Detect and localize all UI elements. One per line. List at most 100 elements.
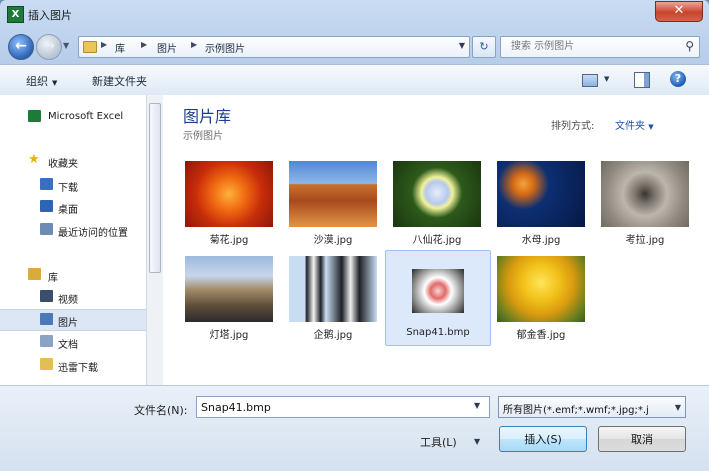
lighthouse-thumbnail [185,256,273,322]
navigation-pane: Microsoft Excel ★ 收藏夹 下载 桌面 最近访问的位置 库 视频 [0,95,147,385]
hydrangeas-thumbnail [393,161,481,227]
view-options-dropdown-icon[interactable]: ▼ [604,75,609,83]
documents-library-icon [40,335,53,347]
chevron-right-icon[interactable]: ▶ [101,40,107,49]
navigation-scrollbar[interactable] [146,95,163,385]
breadcrumb-library[interactable]: 库 [115,40,125,55]
change-view-icon[interactable] [582,74,598,87]
file-type-filter-select[interactable]: 所有图片(*.emf;*.wmf;*.jpg;*.j ▼ [498,396,686,418]
navigation-bar: ← → ▼ ▶ 库 ▶ 图片 ▶ 示例图片 ▼ ↻ ⚲ [0,30,709,62]
filename-label: 文件名(N): [134,404,188,417]
file-item-hydrangeas[interactable]: 八仙花.jpg [385,155,489,249]
help-icon[interactable]: ? [670,71,686,87]
filename-history-dropdown-icon[interactable]: ▼ [474,401,480,410]
library-title: 图片库 [183,107,232,126]
folder-icon [83,41,97,53]
sidebar-item-label: 迅雷下载 [58,363,98,374]
window-title: 插入图片 [28,9,72,22]
forward-button[interactable]: → [36,34,62,60]
tools-dropdown-icon[interactable]: ▼ [474,437,480,446]
chevron-right-icon[interactable]: ▶ [141,40,147,49]
star-icon: ★ [28,152,40,167]
search-icon[interactable]: ⚲ [685,39,694,53]
scrollbar-thumb[interactable] [149,103,161,273]
file-type-filter-value: 所有图片(*.emf;*.wmf;*.jpg;*.j [503,405,649,416]
sidebar-item-label: 库 [48,273,58,284]
library-icon [28,268,41,280]
title-bar: X 插入图片 ✕ [0,0,709,28]
file-name: Snap41.bmp [406,327,470,338]
chevron-down-icon: ▼ [52,79,58,87]
recent-places-icon [40,223,53,235]
back-button[interactable]: ← [8,34,34,60]
recent-pages-dropdown-icon[interactable]: ▼ [63,41,69,50]
organize-label: 组织 [26,75,48,88]
sidebar-item-label: 桌面 [58,205,78,216]
sidebar-item-videos[interactable]: 视频 [0,287,146,307]
sidebar-item-label: 下载 [58,183,78,194]
sidebar-item-microsoft-excel[interactable]: Microsoft Excel [0,107,146,127]
organize-menu[interactable]: 组织 ▼ [26,73,57,89]
tools-menu[interactable]: 工具(L) [420,434,457,450]
sidebar-item-desktop[interactable]: 桌面 [0,197,146,217]
snap41-thumbnail [412,269,464,313]
sidebar-item-thunder-downloads[interactable]: 迅雷下载 [0,355,146,375]
filename-input[interactable] [196,396,490,418]
chevron-right-icon[interactable]: ▶ [191,40,197,49]
file-item-snap41[interactable]: Snap41.bmp [385,250,491,346]
file-item-chrysanthemum[interactable]: 菊花.jpg [177,155,281,249]
cancel-button[interactable]: 取消 [598,426,686,452]
file-name: 菊花.jpg [209,235,249,246]
breadcrumb-sample-pictures[interactable]: 示例图片 [205,40,245,55]
desert-thumbnail [289,161,377,227]
file-name: 郁金香.jpg [516,330,566,341]
close-button[interactable]: ✕ [655,1,703,22]
download-folder-icon [40,178,53,190]
sidebar-item-label: 收藏夹 [48,159,78,170]
chevron-down-icon: ▼ [648,123,654,131]
folder-icon [40,358,53,370]
sidebar-item-label: 视频 [58,295,78,306]
arrange-by-label: 排列方式: [551,121,595,132]
insert-picture-dialog: X 插入图片 ✕ ← → ▼ ▶ 库 ▶ 图片 ▶ 示例图片 ▼ ↻ ⚲ 组织 ▼… [0,0,709,471]
sidebar-item-pictures[interactable]: 图片 [0,309,146,331]
file-name: 考拉.jpg [625,235,665,246]
arrange-by-dropdown[interactable]: 文件夹 ▼ [615,117,654,132]
file-item-desert[interactable]: 沙漠.jpg [281,155,385,249]
address-bar[interactable]: ▶ 库 ▶ 图片 ▶ 示例图片 ▼ [78,36,470,58]
file-item-lighthouse[interactable]: 灯塔.jpg [177,250,281,344]
preview-pane-icon[interactable] [634,72,650,88]
refresh-button[interactable]: ↻ [472,36,496,58]
command-toolbar: 组织 ▼ 新建文件夹 ▼ ? [0,64,709,96]
excel-app-icon: X [7,6,24,23]
file-name: 灯塔.jpg [209,330,249,341]
sidebar-item-recent-places[interactable]: 最近访问的位置 [0,220,146,240]
sidebar-item-label: 图片 [58,318,78,329]
sidebar-item-label: 文档 [58,340,78,351]
jellyfish-thumbnail [497,161,585,227]
koala-thumbnail [601,161,689,227]
sidebar-item-label: 最近访问的位置 [58,228,128,239]
sidebar-item-libraries[interactable]: 库 [0,265,146,285]
new-folder-button[interactable]: 新建文件夹 [92,73,147,89]
insert-button[interactable]: 插入(S) [499,426,587,452]
file-item-jellyfish[interactable]: 水母.jpg [489,155,593,249]
dialog-footer: 文件名(N): ▼ 所有图片(*.emf;*.wmf;*.jpg;*.j ▼ 工… [0,385,709,471]
sidebar-item-label: Microsoft Excel [48,111,124,122]
search-input[interactable] [505,39,679,54]
search-box[interactable]: ⚲ [500,36,700,58]
file-name: 水母.jpg [521,235,561,246]
file-item-tulips[interactable]: 郁金香.jpg [489,250,593,344]
address-dropdown-icon[interactable]: ▼ [459,41,465,50]
breadcrumb-pictures[interactable]: 图片 [157,40,177,55]
sidebar-item-documents[interactable]: 文档 [0,332,146,352]
file-item-koala[interactable]: 考拉.jpg [593,155,697,249]
sidebar-item-favorites[interactable]: ★ 收藏夹 [0,151,146,171]
tulips-thumbnail [497,256,585,322]
sidebar-item-downloads[interactable]: 下载 [0,175,146,195]
file-list-area: 图片库 示例图片 排列方式: 文件夹 ▼ 菊花.jpg 沙漠.jpg 八仙花.j… [163,95,709,385]
library-subtitle: 示例图片 [183,131,223,142]
desktop-icon [40,200,53,212]
file-item-penguins[interactable]: 企鹅.jpg [281,250,385,344]
arrange-by-value: 文件夹 [615,121,645,132]
